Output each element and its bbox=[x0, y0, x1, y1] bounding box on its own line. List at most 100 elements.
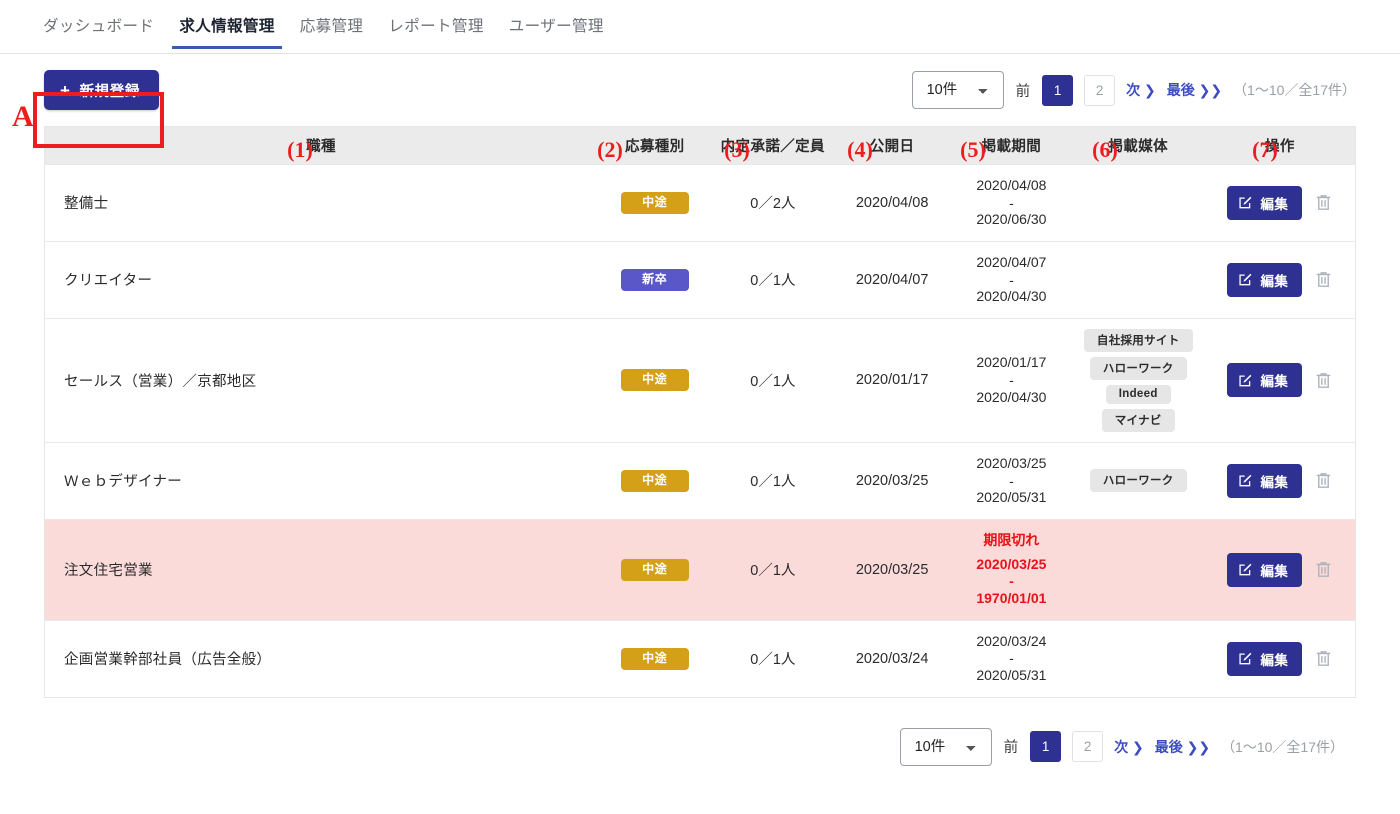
cell-posting-media bbox=[1071, 240, 1205, 319]
annotation-number-5: (5) bbox=[960, 137, 986, 162]
delete-button[interactable] bbox=[1315, 560, 1332, 579]
edit-button[interactable]: 編集 bbox=[1227, 185, 1303, 220]
trash-icon bbox=[1315, 371, 1332, 390]
edit-button-label: 編集 bbox=[1260, 474, 1289, 490]
edit-button[interactable]: 編集 bbox=[1227, 262, 1303, 297]
period-separator: - bbox=[1009, 650, 1014, 667]
delete-button[interactable] bbox=[1315, 371, 1332, 390]
pagination-top: 10件 前 1 2 次 ❯ 最後 ❯❯ （1〜10／全17件） bbox=[911, 71, 1356, 109]
cell-job-title: 整備士 bbox=[44, 164, 598, 242]
period-start: 2020/03/25 bbox=[976, 454, 1047, 471]
application-type-badge: 中途 bbox=[620, 558, 689, 581]
pagination-page-1-top[interactable]: 1 bbox=[1042, 74, 1074, 106]
pagination-count-bottom: （1〜10／全17件） bbox=[1221, 738, 1344, 755]
tab-job-management[interactable]: 求人情報管理 bbox=[170, 14, 283, 49]
cell-job-title: Ｗｅｂデザイナー bbox=[44, 441, 598, 520]
tab-application-management[interactable]: 応募管理 bbox=[291, 14, 373, 49]
application-type-badge: 新卒 bbox=[620, 268, 689, 291]
delete-button[interactable] bbox=[1315, 471, 1332, 490]
cell-actions: 編集 bbox=[1204, 441, 1356, 520]
media-tag: マイナビ bbox=[1101, 408, 1175, 432]
edit-button[interactable]: 編集 bbox=[1227, 463, 1303, 498]
page-root: ダッシュボード 求人情報管理 応募管理 レポート管理 ユーザー管理 + 新規登録… bbox=[0, 0, 1400, 814]
application-type-badge: 中途 bbox=[620, 369, 689, 392]
plus-icon: + bbox=[60, 80, 71, 100]
edit-button-label: 編集 bbox=[1260, 652, 1289, 668]
new-registration-label: 新規登録 bbox=[79, 83, 140, 100]
delete-button[interactable] bbox=[1315, 193, 1332, 212]
cell-application-type: 中途 bbox=[597, 619, 713, 698]
period-end: 1970/01/01 bbox=[976, 589, 1047, 606]
period-start: 2020/03/25 bbox=[976, 555, 1047, 572]
period-separator: - bbox=[1009, 372, 1014, 389]
header-actions: 操作 bbox=[1204, 126, 1356, 165]
annotation-number-4: (4) bbox=[847, 137, 873, 162]
cell-application-type: 新卒 bbox=[597, 240, 713, 319]
cell-offer-quota: 0／1人 bbox=[712, 317, 834, 443]
pagination-page-2-top[interactable]: 2 bbox=[1084, 74, 1116, 106]
pencil-square-icon bbox=[1238, 373, 1253, 388]
delete-button[interactable] bbox=[1315, 270, 1332, 289]
cell-offer-quota: 0／1人 bbox=[712, 441, 834, 520]
application-type-badge: 中途 bbox=[620, 469, 689, 492]
pencil-square-icon bbox=[1238, 473, 1253, 488]
per-page-select-bottom[interactable]: 10件 bbox=[899, 727, 992, 766]
tab-user-management[interactable]: ユーザー管理 bbox=[500, 14, 613, 49]
application-type-badge: 中途 bbox=[620, 191, 689, 214]
pagination-last-bottom[interactable]: 最後 ❯❯ bbox=[1155, 737, 1210, 757]
media-tag: ハローワーク bbox=[1089, 469, 1187, 493]
pencil-square-icon bbox=[1238, 651, 1253, 666]
cell-publish-date: 2020/04/07 bbox=[833, 240, 952, 319]
new-registration-button[interactable]: + 新規登録 bbox=[44, 70, 159, 110]
edit-button[interactable]: 編集 bbox=[1227, 552, 1303, 587]
trash-icon bbox=[1315, 649, 1332, 668]
pagination-next-bottom[interactable]: 次 ❯ bbox=[1114, 737, 1144, 757]
cell-actions: 編集 bbox=[1204, 240, 1356, 319]
edit-button[interactable]: 編集 bbox=[1227, 641, 1303, 676]
pagination-next-top[interactable]: 次 ❯ bbox=[1126, 80, 1156, 100]
media-tag: ハローワーク bbox=[1089, 356, 1187, 380]
cell-application-type: 中途 bbox=[597, 317, 713, 443]
cell-posting-media: 自社採用サイト ハローワーク Indeed マイナビ bbox=[1071, 317, 1205, 443]
tab-report-management[interactable]: レポート管理 bbox=[379, 14, 492, 49]
period-end: 2020/05/31 bbox=[976, 489, 1047, 506]
cell-publish-date: 2020/03/25 bbox=[833, 518, 952, 621]
cell-posting-media bbox=[1071, 164, 1205, 242]
cell-job-title: 企画営業幹部社員（広告全般） bbox=[44, 619, 598, 698]
pagination-page-1-bottom[interactable]: 1 bbox=[1030, 731, 1062, 763]
annotation-number-6: (6) bbox=[1092, 137, 1118, 162]
period-separator: - bbox=[1009, 573, 1014, 590]
table-row: クリエイター 新卒 0／1人 2020/04/07 2020/04/07-2020/04… bbox=[44, 240, 1356, 319]
period-start: 2020/04/08 bbox=[976, 177, 1047, 193]
delete-button[interactable] bbox=[1315, 649, 1332, 668]
table-row: セールス（営業）／京都地区 中途 0／1人 2020/01/17 2020/01/17-… bbox=[44, 317, 1356, 443]
period-separator: - bbox=[1009, 194, 1014, 211]
table-header-row: 職種 応募種別 内定承諾／定員 公開日 掲載期間 掲載媒体 操作 bbox=[44, 126, 1356, 165]
cell-posting-period: 2020/03/24-2020/05/31 bbox=[951, 619, 1072, 698]
period-end: 2020/06/30 bbox=[976, 211, 1047, 228]
edit-button-label: 編集 bbox=[1260, 374, 1289, 390]
cell-offer-quota: 0／1人 bbox=[712, 518, 834, 621]
trash-icon bbox=[1315, 270, 1332, 289]
tab-dashboard[interactable]: ダッシュボード bbox=[34, 14, 163, 49]
per-page-select[interactable]: 10件 bbox=[911, 71, 1004, 109]
cell-posting-media: ハローワーク bbox=[1071, 441, 1205, 520]
cell-application-type: 中途 bbox=[597, 518, 713, 621]
period-end: 2020/05/31 bbox=[976, 666, 1047, 683]
annotation-number-2: (2) bbox=[597, 137, 623, 162]
pagination-last-top[interactable]: 最後 ❯❯ bbox=[1167, 80, 1222, 100]
pagination-page-2-bottom[interactable]: 2 bbox=[1072, 731, 1104, 763]
cell-actions: 編集 bbox=[1204, 317, 1356, 443]
cell-posting-period: 2020/01/17-2020/04/30 bbox=[951, 317, 1072, 443]
cell-actions: 編集 bbox=[1204, 619, 1356, 698]
pagination-prev-top[interactable]: 前 bbox=[1015, 80, 1032, 101]
pagination-prev-bottom[interactable]: 前 bbox=[1003, 736, 1020, 757]
table-row: 企画営業幹部社員（広告全般） 中途 0／1人 2020/03/24 2020/03/24… bbox=[44, 619, 1356, 698]
annotation-number-7: (7) bbox=[1252, 137, 1278, 162]
page-content: + 新規登録 10件 前 1 2 次 ❯ 最後 ❯❯ （1〜10／全17件） 職… bbox=[0, 54, 1400, 766]
main-navigation: ダッシュボード 求人情報管理 応募管理 レポート管理 ユーザー管理 bbox=[0, 0, 1400, 54]
edit-button[interactable]: 編集 bbox=[1227, 363, 1303, 398]
period-end: 2020/04/30 bbox=[976, 388, 1047, 405]
cell-job-title: 注文住宅営業 bbox=[44, 518, 598, 621]
cell-job-title: クリエイター bbox=[44, 240, 598, 319]
